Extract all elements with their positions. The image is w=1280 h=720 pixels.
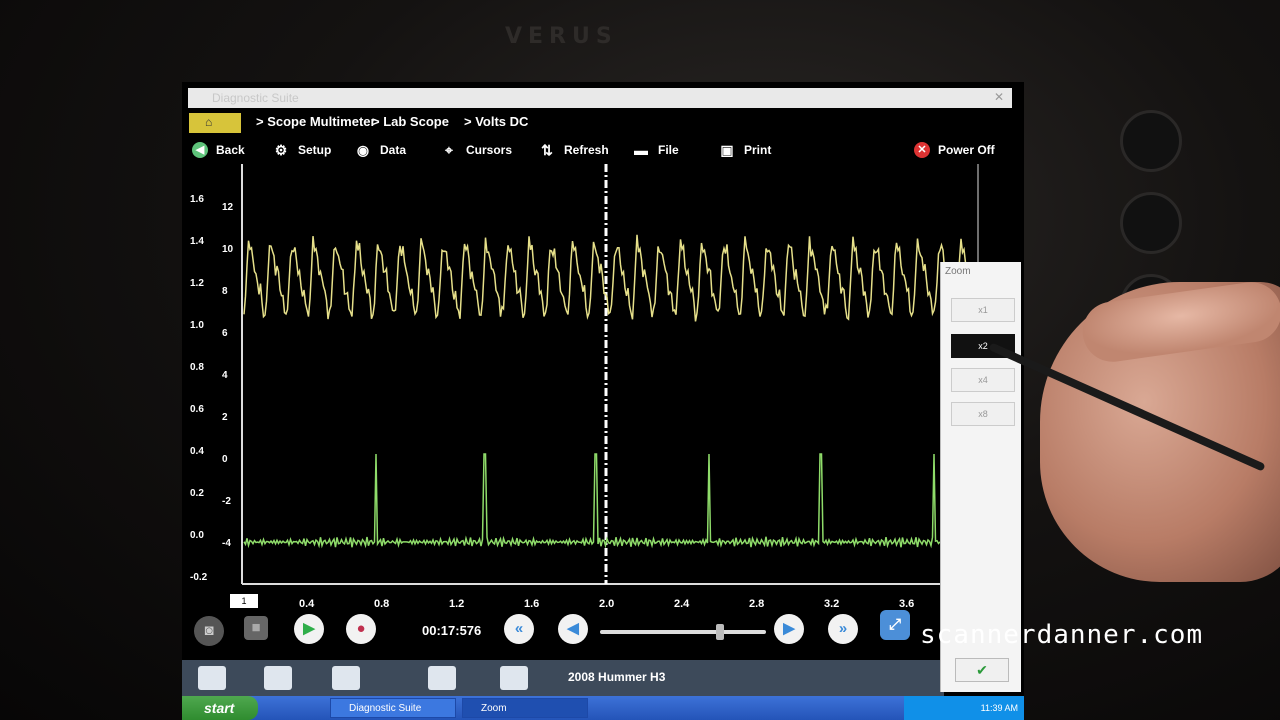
zoom-x1-button[interactable]: x1 — [951, 298, 1015, 322]
window-titlebar: Diagnostic Suite ✕ — [188, 88, 1012, 108]
breadcrumb-volts-dc[interactable]: > Volts DC — [464, 114, 528, 129]
bottom-bar: 2008 Hummer H3 — [182, 660, 944, 696]
playback-slider[interactable] — [600, 630, 766, 634]
channel2-trace — [243, 453, 941, 549]
zoom-title: Zoom — [945, 266, 971, 277]
tools-icon[interactable] — [332, 666, 360, 690]
elapsed-time: 00:17:576 — [422, 623, 482, 638]
rewind-button[interactable]: « — [504, 614, 534, 644]
y-right-tick-label: 6 — [222, 328, 228, 339]
setup-button[interactable]: ⚙ Setup — [272, 140, 332, 160]
printer-icon: ▣ — [720, 142, 734, 158]
y-right-tick-label: 8 — [222, 286, 228, 297]
playback-slider-handle[interactable] — [715, 624, 724, 640]
vehicle-name: 2008 Hummer H3 — [568, 670, 666, 684]
y-left-tick-label: 0.4 — [190, 446, 204, 457]
file-label: File — [658, 143, 679, 157]
cursors-label: Cursors — [466, 143, 513, 157]
home-crumb[interactable]: ⌂ — [189, 113, 241, 133]
power-off-label: Power Off — [938, 143, 995, 157]
y-right-tick-label: 4 — [222, 370, 228, 381]
data-icon[interactable] — [500, 666, 528, 690]
y-right-tick-label: -2 — [222, 496, 231, 507]
data-button[interactable]: ◉ Data — [354, 140, 406, 160]
hardware-button[interactable] — [1120, 110, 1182, 172]
y-right-tick-label: 12 — [222, 202, 234, 213]
y-left-tick-label: -0.2 — [190, 572, 208, 583]
eye-icon: ◉ — [356, 142, 370, 158]
channel1-trace — [243, 234, 979, 324]
watermark: scannerdanner.com — [920, 620, 1204, 650]
y-left-tick-label: 1.4 — [190, 236, 204, 247]
breadcrumb-scope-multimeter[interactable]: > Scope Multimeter — [256, 114, 376, 129]
y-right-tick-label: 0 — [222, 454, 228, 465]
home-icon[interactable] — [198, 666, 226, 690]
y-left-tick-label: 1.6 — [190, 194, 204, 205]
zoom-x8-button[interactable]: x8 — [951, 402, 1015, 426]
vehicle-image-icon[interactable] — [264, 666, 292, 690]
data-label: Data — [380, 143, 407, 157]
cursor-marker[interactable]: 1 — [230, 594, 258, 608]
fit-screen-icon[interactable]: ⤢ — [880, 610, 910, 640]
print-button[interactable]: ▣ Print — [718, 140, 771, 160]
folder-icon: ▬ — [634, 142, 648, 158]
home-icon: ⌂ — [205, 115, 213, 129]
y-left-tick-label: 1.0 — [190, 320, 204, 331]
fast-forward-button[interactable]: » — [828, 614, 858, 644]
scope-waveform-svg: 1.6 1.4 1.2 1.0 0.8 0.6 0.4 0.2 0.0 -0.2 12 10 8 6 4 2 0… — [190, 164, 979, 585]
y-right-tick-label: -4 — [222, 538, 231, 549]
record-button[interactable]: ● — [346, 614, 376, 644]
toolbar: ⌂ > Scope Multimeter > Lab Scope > Volts… — [182, 108, 1024, 164]
cursors-button[interactable]: ⌖ Cursors — [440, 140, 512, 160]
back-button[interactable]: ◀ Back — [192, 140, 245, 160]
playback-controls: ◙ ■ ▶ ● 00:17:576 « ◀ ▶ » ⤢ — [182, 608, 1024, 658]
taskbar: start Diagnostic Suite Zoom 11:39 AM — [182, 696, 1024, 720]
setup-label: Setup — [298, 143, 332, 157]
device-brand: VERUS — [505, 24, 618, 49]
y-right-tick-label: 10 — [222, 244, 234, 255]
window-title: Diagnostic Suite — [212, 91, 299, 105]
power-off-icon: ✕ — [914, 142, 930, 158]
scope-plot[interactable]: 1.6 1.4 1.2 1.0 0.8 0.6 0.4 0.2 0.0 -0.2 12 10 8 6 4 2 0… — [182, 164, 1024, 594]
back-label: Back — [216, 143, 245, 157]
back-arrow-icon: ◀ — [192, 142, 208, 158]
breadcrumb-lab-scope[interactable]: > Lab Scope — [372, 114, 449, 129]
step-forward-button[interactable]: ▶ — [774, 614, 804, 644]
y-left-tick-label: 0.8 — [190, 362, 204, 373]
refresh-icon: ⇅ — [541, 142, 553, 158]
device-screen: Diagnostic Suite ✕ ⌂ > Scope Multimeter … — [182, 82, 1024, 720]
stop-icon[interactable]: ■ — [244, 616, 268, 640]
check-icon[interactable]: ✔ — [955, 658, 1009, 682]
y-left-tick-label: 0.6 — [190, 404, 204, 415]
refresh-button[interactable]: ⇅ Refresh — [538, 140, 609, 160]
power-off-button[interactable]: ✕ Power Off — [914, 140, 995, 160]
close-icon[interactable]: ✕ — [994, 90, 1004, 104]
refresh-label: Refresh — [564, 143, 609, 157]
y-left-tick-label: 1.2 — [190, 278, 204, 289]
start-button[interactable]: start — [182, 696, 258, 720]
play-button[interactable]: ▶ — [294, 614, 324, 644]
y-right-tick-label: 2 — [222, 412, 228, 423]
file-button[interactable]: ▬ File — [632, 140, 679, 160]
camera-icon[interactable]: ◙ — [194, 616, 224, 646]
y-left-tick-label: 0.2 — [190, 488, 204, 499]
system-tray-clock: 11:39 AM — [904, 696, 1024, 720]
zoom-x4-button[interactable]: x4 — [951, 368, 1015, 392]
taskbar-item-diagnostic-suite[interactable]: Diagnostic Suite — [330, 698, 456, 718]
taskbar-item-zoom[interactable]: Zoom — [462, 698, 588, 718]
cursors-icon: ⌖ — [445, 142, 453, 158]
print-label: Print — [744, 143, 772, 157]
gear-icon: ⚙ — [274, 142, 288, 158]
y-left-tick-label: 0.0 — [190, 530, 204, 541]
step-back-button[interactable]: ◀ — [558, 614, 588, 644]
hardware-button[interactable] — [1120, 192, 1182, 254]
scanner-icon[interactable] — [428, 666, 456, 690]
